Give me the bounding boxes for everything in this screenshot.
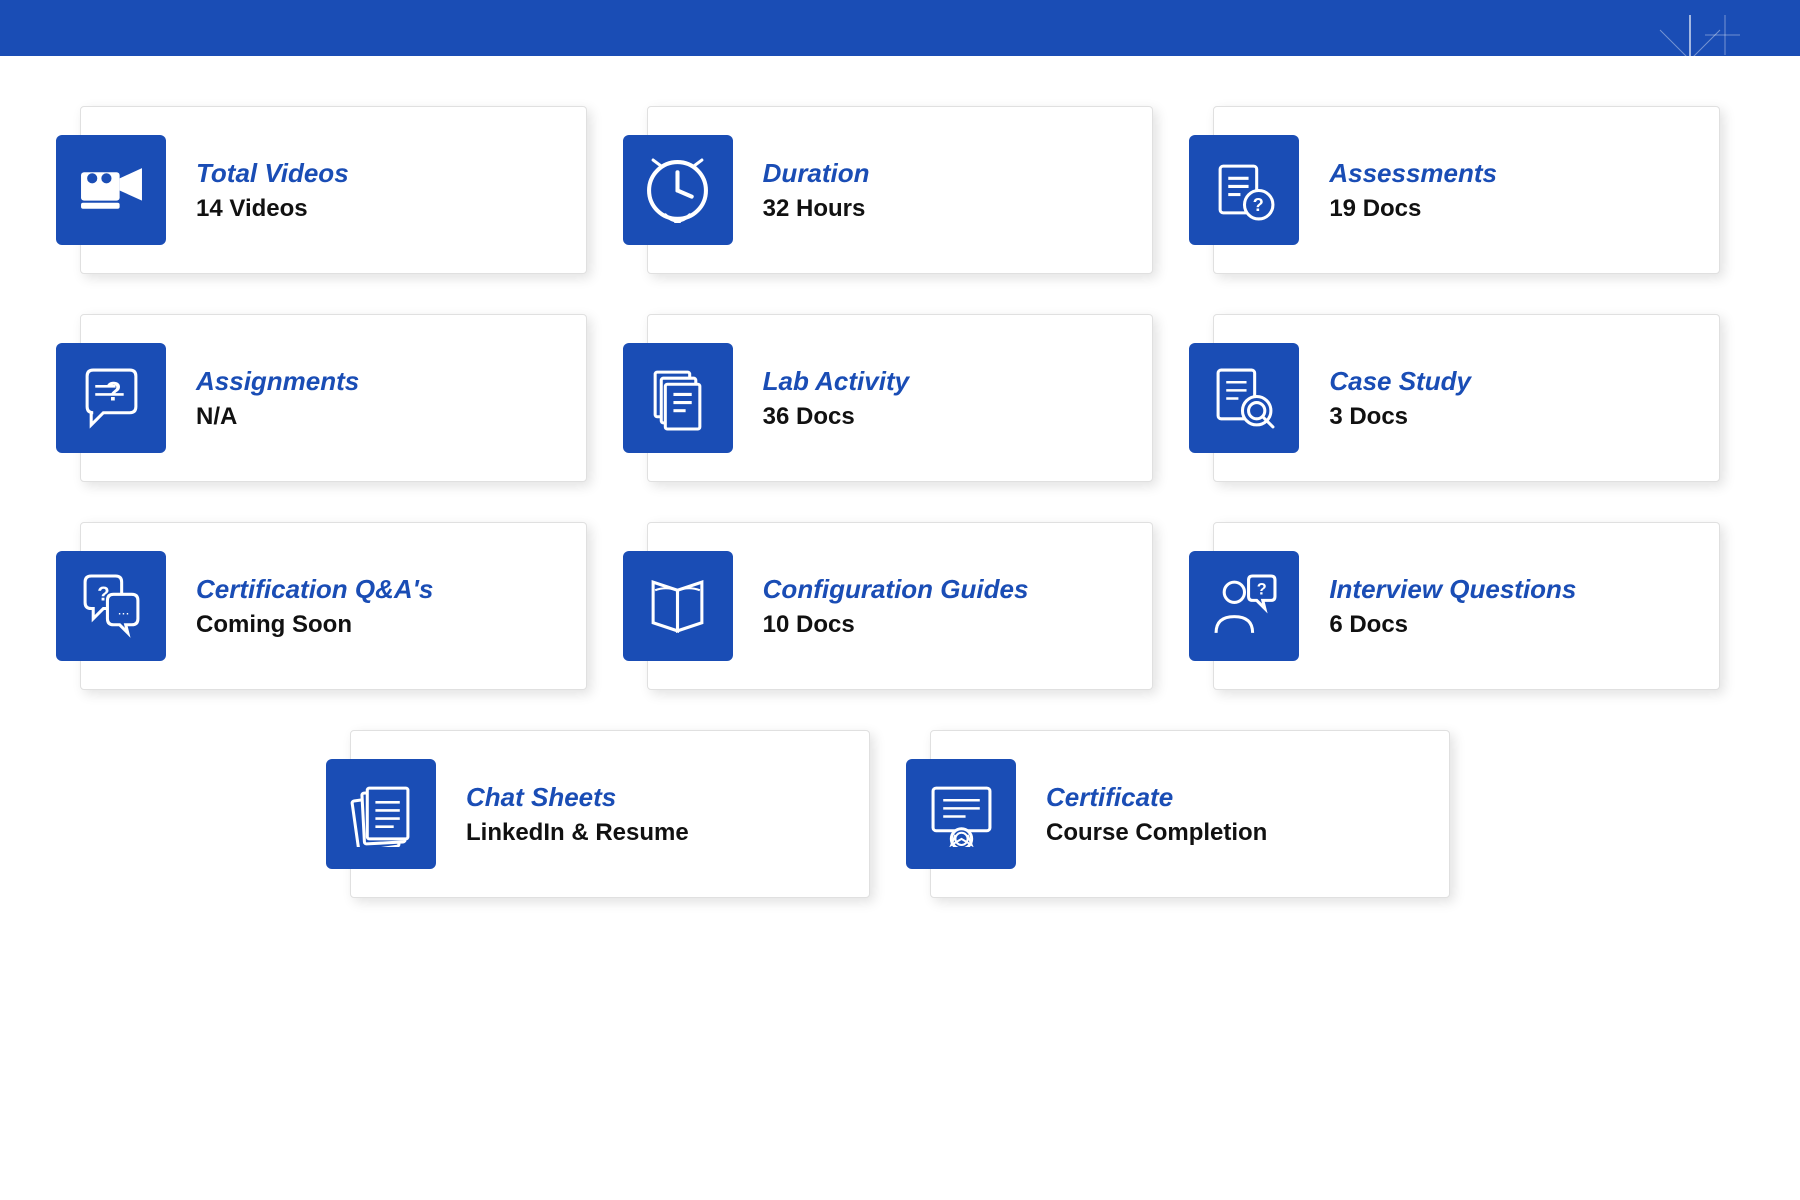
card-certificate: Certificate Course Completion bbox=[930, 730, 1450, 898]
assignments-text: Assignments N/A bbox=[196, 366, 359, 431]
interview-questions-title: Interview Questions bbox=[1329, 574, 1576, 605]
total-videos-text: Total Videos 14 Videos bbox=[196, 158, 349, 223]
bottom-cards-row: Chat SheetsLinkedIn & ResumeCertificateC… bbox=[80, 730, 1720, 898]
case-study-text: Case Study 3 Docs bbox=[1329, 366, 1471, 431]
certificate-text: Certificate Course Completion bbox=[1046, 782, 1267, 847]
card-assessments: Assessments 19 Docs bbox=[1213, 106, 1720, 274]
case-study-value: 3 Docs bbox=[1329, 403, 1471, 431]
duration-text: Duration 32 Hours bbox=[763, 158, 870, 223]
assessments-title: Assessments bbox=[1329, 158, 1497, 189]
duration-icon bbox=[623, 135, 733, 245]
cards-grid: Total Videos 14 Videos Duration 32 Hours Ass… bbox=[80, 106, 1720, 690]
config-guides-icon bbox=[623, 551, 733, 661]
card-duration: Duration 32 Hours bbox=[647, 106, 1154, 274]
card-assignments: Assignments N/A bbox=[80, 314, 587, 482]
card-cheat-sheets: Chat Sheets LinkedIn & Resume bbox=[350, 730, 870, 898]
config-guides-value: 10 Docs bbox=[763, 611, 1029, 639]
card-total-videos: Total Videos 14 Videos bbox=[80, 106, 587, 274]
certification-qa-text: Certification Q&A's Coming Soon bbox=[196, 574, 433, 639]
card-certification-qa: Certification Q&A's Coming Soon bbox=[80, 522, 587, 690]
content-area: Total Videos 14 Videos Duration 32 Hours Ass… bbox=[0, 56, 1800, 958]
cheat-sheets-title: Chat Sheets bbox=[466, 782, 689, 813]
lab-activity-text: Lab Activity 36 Docs bbox=[763, 366, 909, 431]
certificate-title: Certificate bbox=[1046, 782, 1267, 813]
certification-qa-value: Coming Soon bbox=[196, 611, 433, 639]
case-study-title: Case Study bbox=[1329, 366, 1471, 397]
total-videos-title: Total Videos bbox=[196, 158, 349, 189]
cheat-sheets-text: Chat Sheets LinkedIn & Resume bbox=[466, 782, 689, 847]
cheat-sheets-value: LinkedIn & Resume bbox=[466, 819, 689, 847]
card-lab-activity: Lab Activity 36 Docs bbox=[647, 314, 1154, 482]
lab-activity-value: 36 Docs bbox=[763, 403, 909, 431]
duration-value: 32 Hours bbox=[763, 195, 870, 223]
total-videos-icon bbox=[56, 135, 166, 245]
certificate-value: Course Completion bbox=[1046, 819, 1267, 847]
lab-activity-title: Lab Activity bbox=[763, 366, 909, 397]
case-study-icon bbox=[1189, 343, 1299, 453]
card-config-guides: Configuration Guides 10 Docs bbox=[647, 522, 1154, 690]
config-guides-text: Configuration Guides 10 Docs bbox=[763, 574, 1029, 639]
interview-questions-text: Interview Questions 6 Docs bbox=[1329, 574, 1576, 639]
duration-title: Duration bbox=[763, 158, 870, 189]
assignments-icon bbox=[56, 343, 166, 453]
total-videos-value: 14 Videos bbox=[196, 195, 349, 223]
assessments-icon bbox=[1189, 135, 1299, 245]
card-case-study: Case Study 3 Docs bbox=[1213, 314, 1720, 482]
assessments-text: Assessments 19 Docs bbox=[1329, 158, 1497, 223]
certification-qa-icon bbox=[56, 551, 166, 661]
lab-activity-icon bbox=[623, 343, 733, 453]
cheat-sheets-icon bbox=[326, 759, 436, 869]
config-guides-title: Configuration Guides bbox=[763, 574, 1029, 605]
header bbox=[0, 0, 1800, 56]
card-interview-questions: Interview Questions 6 Docs bbox=[1213, 522, 1720, 690]
assignments-title: Assignments bbox=[196, 366, 359, 397]
assignments-value: N/A bbox=[196, 403, 359, 431]
certificate-icon bbox=[906, 759, 1016, 869]
interview-questions-value: 6 Docs bbox=[1329, 611, 1576, 639]
interview-questions-icon bbox=[1189, 551, 1299, 661]
assessments-value: 19 Docs bbox=[1329, 195, 1497, 223]
certification-qa-title: Certification Q&A's bbox=[196, 574, 433, 605]
